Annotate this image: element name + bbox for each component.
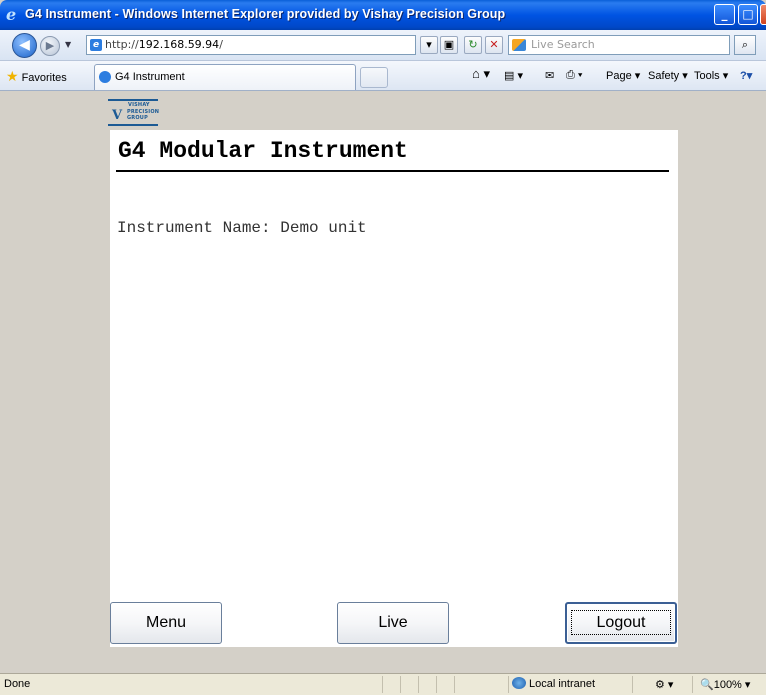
tab-title: G4 Instrument [115, 71, 185, 83]
search-placeholder: Live Search [531, 38, 595, 51]
search-input[interactable]: Live Search [508, 35, 730, 55]
feeds-icon: ▤ [504, 70, 515, 82]
instrument-name-label: Instrument Name: [117, 219, 271, 237]
status-text: Done [4, 678, 31, 690]
status-separator [692, 676, 693, 693]
print-icon: ⎙ [566, 69, 575, 81]
zoom-button[interactable]: 🔍100% ▾ [700, 678, 750, 691]
status-separator [382, 676, 383, 693]
live-search-icon [512, 39, 526, 51]
new-tab-button[interactable] [360, 67, 388, 88]
print-button[interactable]: ⎙ ▾ [566, 69, 583, 82]
tools-menu-label: Tools [694, 70, 720, 82]
zone-label: Local intranet [529, 678, 596, 690]
status-separator [454, 676, 455, 693]
help-icon: ? [740, 70, 747, 82]
instrument-name-value: Demo unit [280, 219, 367, 237]
logo-text-vishay: VISHAY [128, 102, 150, 108]
help-button[interactable]: ?▾ [740, 69, 752, 82]
status-separator [400, 676, 401, 693]
menu-button[interactable]: Menu [110, 602, 222, 644]
url-tail: / [219, 38, 223, 51]
search-icon: ⌕ [741, 38, 749, 51]
refresh-button[interactable]: ↻ [464, 36, 482, 54]
logout-label: Logout [570, 610, 672, 635]
ie-logo-icon: e [6, 5, 17, 24]
navigation-bar: ◀ ▶ ▼ e http://192.168.59.94/ ▾ ▣ ↻ ✕ Li… [0, 30, 766, 61]
minimize-button[interactable]: _ [714, 4, 735, 25]
logo-top-rule [108, 99, 158, 101]
status-separator [508, 676, 509, 693]
logo-bottom-rule [108, 124, 158, 126]
url-scheme: http:// [105, 38, 139, 51]
logout-button[interactable]: Logout [565, 602, 677, 644]
compatibility-button[interactable]: ▣ [440, 36, 458, 54]
address-input[interactable]: e http://192.168.59.94/ [86, 35, 416, 55]
forward-icon: ▶ [45, 39, 55, 52]
page-panel: G4 Modular Instrument Instrument Name: D… [110, 130, 678, 647]
safety-menu[interactable]: Safety ▾ [648, 69, 688, 82]
stop-icon: ✕ [489, 38, 499, 51]
vishay-logo: VISHAY V PRECISION GROUP [108, 99, 164, 127]
refresh-icon: ↻ [468, 38, 478, 51]
favorites-bar: ★ Favorites G4 Instrument ⌂ ▾ ▤ ▾ ✉ ⎙ ▾ P… [0, 61, 766, 91]
tab-g4-instrument[interactable]: G4 Instrument [94, 64, 356, 90]
home-icon: ⌂ [472, 66, 480, 81]
feeds-button[interactable]: ▤ ▾ [504, 69, 523, 82]
home-button[interactable]: ⌂ ▾ [472, 66, 490, 82]
tools-menu[interactable]: Tools ▾ [694, 69, 728, 82]
page-menu-label: Page [606, 70, 632, 82]
protected-mode-button[interactable]: ⚙ ▾ [655, 678, 673, 691]
window-title-bar: e G4 Instrument - Windows Internet Explo… [0, 0, 766, 30]
back-button[interactable]: ◀ [12, 33, 37, 58]
safety-menu-label: Safety [648, 70, 680, 82]
star-icon: ★ [6, 68, 19, 84]
instrument-name-row: Instrument Name: Demo unit [117, 219, 367, 237]
logo-text-group: GROUP [127, 115, 148, 121]
stop-button[interactable]: ✕ [485, 36, 503, 54]
forward-button[interactable]: ▶ [40, 36, 60, 56]
page-icon: e [90, 39, 102, 51]
search-button[interactable]: ⌕ [734, 35, 756, 55]
page-title: G4 Modular Instrument [118, 138, 408, 164]
mail-icon: ✉ [545, 70, 555, 82]
zoom-level: 100% [713, 679, 742, 691]
security-zone: Local intranet [512, 677, 595, 690]
mail-button[interactable]: ✉ [545, 69, 554, 82]
back-icon: ◀ [19, 37, 30, 53]
page-menu[interactable]: Page ▾ [606, 69, 640, 82]
globe-icon [512, 677, 526, 689]
url-host: 192.168.59.94 [138, 38, 220, 51]
status-separator [632, 676, 633, 693]
recent-pages-dropdown[interactable]: ▼ [65, 40, 71, 49]
live-button[interactable]: Live [337, 602, 449, 644]
window-title: G4 Instrument - Windows Internet Explore… [25, 7, 506, 21]
favorites-label: Favorites [21, 72, 67, 84]
logo-mark-icon: V [112, 108, 123, 123]
title-divider [116, 170, 669, 172]
tab-ie-icon [99, 71, 111, 83]
close-button[interactable]: ✕ [760, 4, 766, 25]
maximize-button[interactable]: □ [738, 4, 758, 25]
zoom-icon: 🔍 [700, 679, 714, 691]
status-bar: Done Local intranet ⚙ ▾ 🔍100% ▾ [0, 673, 766, 695]
address-dropdown-button[interactable]: ▾ [420, 36, 438, 54]
status-separator [418, 676, 419, 693]
favorites-button[interactable]: ★ Favorites [6, 68, 67, 85]
status-separator [436, 676, 437, 693]
